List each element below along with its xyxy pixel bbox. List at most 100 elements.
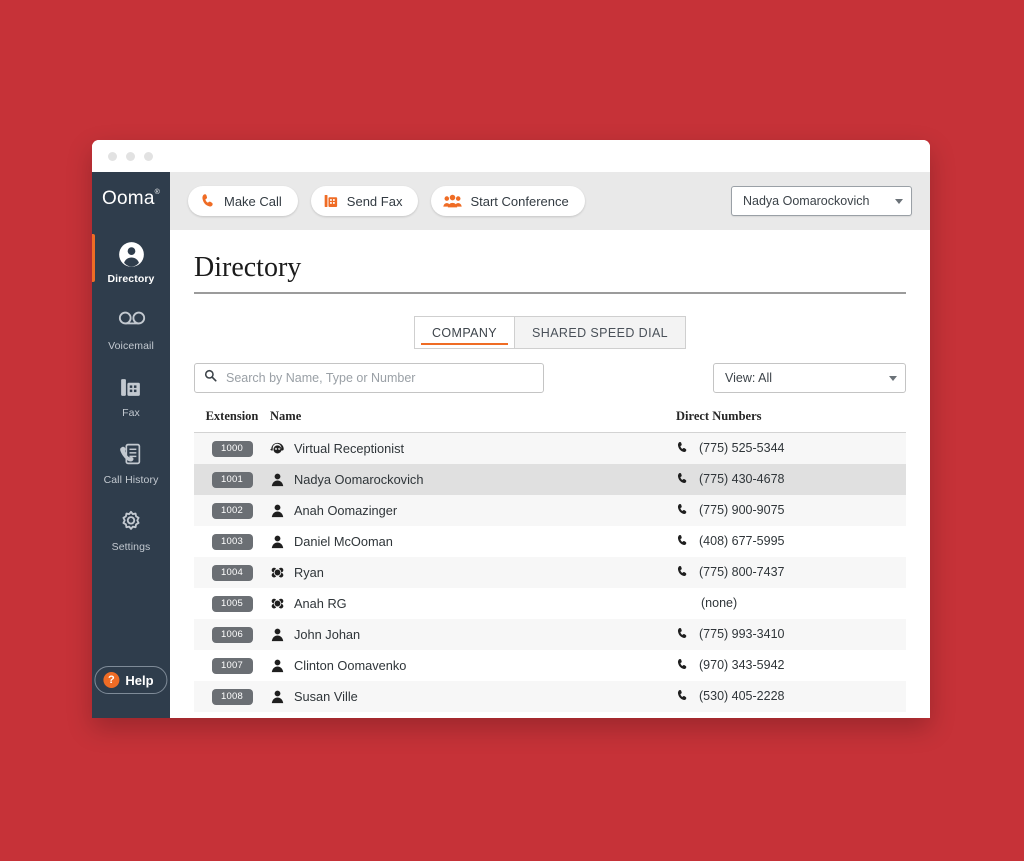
direct-number: (408) 677-5995 [699,534,784,548]
direct-number: (970) 343-5942 [699,658,784,672]
ring-group-icon [270,596,285,611]
person-icon [270,472,285,487]
table-row[interactable]: 1004Ryan(775) 800-7437 [194,557,906,588]
contact-name: Anah Oomazinger [294,503,397,518]
cell-name: Daniel McOoman [270,526,676,557]
cell-direct-number: (775) 900-9075 [676,495,906,526]
make-call-button[interactable]: Make Call [188,186,298,216]
cell-direct-number: (775) 800-7437 [676,557,906,588]
people-icon [443,194,462,209]
table-row[interactable]: 1003 Daniel McOoman (408) 677-5995 [194,526,906,557]
sidebar-item-label: Voicemail [108,340,154,352]
search-box[interactable] [194,363,544,393]
cell-name: Virtual Receptionist [270,433,676,464]
table-row[interactable]: 1008 Susan Ville(530) 405-2228 [194,681,906,712]
cell-extension: 1008 [194,681,270,712]
cell-direct-number: (408) 677-5995 [676,526,906,557]
phone-icon [676,689,691,704]
cell-name: John Johan [270,619,676,650]
traffic-light-close-icon[interactable] [108,152,117,161]
table-row[interactable]: 1007 Clinton Oomavenko (970) 343-5942 [194,650,906,681]
person-circle-icon [118,241,145,268]
ooma-logo-text: Ooma [102,188,155,209]
ooma-logo-trademark: ® [155,189,160,196]
sidebar-item-label: Directory [107,273,154,285]
extension-badge: 1007 [212,658,253,674]
make-call-label: Make Call [224,194,282,209]
search-input[interactable] [224,370,534,386]
directory-content: Directory COMPANY SHARED SPEED DIAL [170,230,930,718]
direct-number: (775) 525-5344 [699,441,784,455]
cell-direct-number: (970) 343-5942 [676,650,906,681]
sidebar-item-directory[interactable]: Directory [92,232,170,292]
help-button[interactable]: ? Help [94,666,167,694]
tab-shared-speed-dial[interactable]: SHARED SPEED DIAL [514,316,686,349]
table-row[interactable]: 1002 Anah Oomazinger (775) 900-9075 [194,495,906,526]
sidebar: Ooma® Directory [92,172,170,718]
fax-icon [118,375,145,402]
contact-name: Virtual Receptionist [294,441,404,456]
tab-company-label: COMPANY [432,326,497,340]
phone-icon [200,193,216,209]
phone-icon [676,565,691,580]
cell-direct-number: (775) 525-5344 [676,433,906,464]
user-account-select[interactable]: Nadya Oomarockovich [731,186,912,216]
column-header-extension: Extension [194,409,270,433]
sidebar-item-voicemail[interactable]: Voicemail [92,299,170,359]
traffic-light-minimize-icon[interactable] [126,152,135,161]
cell-name: Susan Ville [270,681,676,712]
sidebar-item-label: Call History [104,474,159,486]
sidebar-item-settings[interactable]: Settings [92,500,170,560]
phone-icon [676,472,691,487]
tab-company[interactable]: COMPANY [414,316,514,349]
cell-name: Anah Oomazinger [270,495,676,526]
table-row[interactable]: 1005Anah RG(none) [194,588,906,619]
sidebar-item-label: Fax [122,407,140,419]
cell-extension: 1007 [194,650,270,681]
table-row[interactable]: 1001Nadya Oomarockovich(775) 430-4678 [194,464,906,495]
cell-name: Anah RG [270,588,676,619]
traffic-light-maximize-icon[interactable] [144,152,153,161]
filter-row: View: All [194,363,906,393]
cell-direct-number: (530) 405-2228 [676,681,906,712]
table-row[interactable]: 1000 Virtual Receptionist (775) 525-5344 [194,433,906,464]
main-panel: Make Call [170,172,930,718]
sidebar-item-fax[interactable]: Fax [92,366,170,426]
phone-icon [676,441,691,456]
extension-badge: 1008 [212,689,253,705]
extension-badge: 1006 [212,627,253,643]
column-header-name: Name [270,409,676,433]
contact-name: Daniel McOoman [294,534,393,549]
page-title: Directory [194,252,906,284]
cell-extension: 1000 [194,433,270,464]
window-titlebar [92,140,930,172]
contact-name: Anah RG [294,596,347,611]
cell-direct-number: (775) 993-3410 [676,619,906,650]
direct-number: (775) 900-9075 [699,503,784,517]
direct-number: (775) 800-7437 [699,565,784,579]
extension-badge: 1003 [212,534,253,550]
table-header-row: Extension Name Direct Numbers [194,409,906,433]
send-fax-button[interactable]: Send Fax [311,186,419,216]
table-row[interactable]: 1006 John Johan (775) 993-3410 [194,619,906,650]
person-icon [270,503,285,518]
phone-icon [676,627,691,642]
start-conference-button[interactable]: Start Conference [431,186,584,216]
cell-name: Clinton Oomavenko [270,650,676,681]
direct-number: (775) 430-4678 [699,472,784,486]
directory-table: Extension Name Direct Numbers 1000 Virtua… [194,409,906,712]
person-icon [270,627,285,642]
top-action-bar: Make Call [170,172,930,230]
help-button-label: Help [125,673,153,688]
contact-name: Ryan [294,565,324,580]
question-mark-icon: ? [103,672,119,688]
person-icon [270,689,285,704]
sidebar-item-call-history[interactable]: Call History [92,433,170,493]
contact-name: John Johan [294,627,360,642]
view-filter-select[interactable]: View: All [713,363,906,393]
cell-extension: 1002 [194,495,270,526]
table-body: 1000Virtual Receptionist(775) 525-534410… [194,433,906,712]
search-icon [204,369,217,387]
start-conference-label: Start Conference [470,194,568,209]
view-filter-value: View: All [725,371,772,385]
